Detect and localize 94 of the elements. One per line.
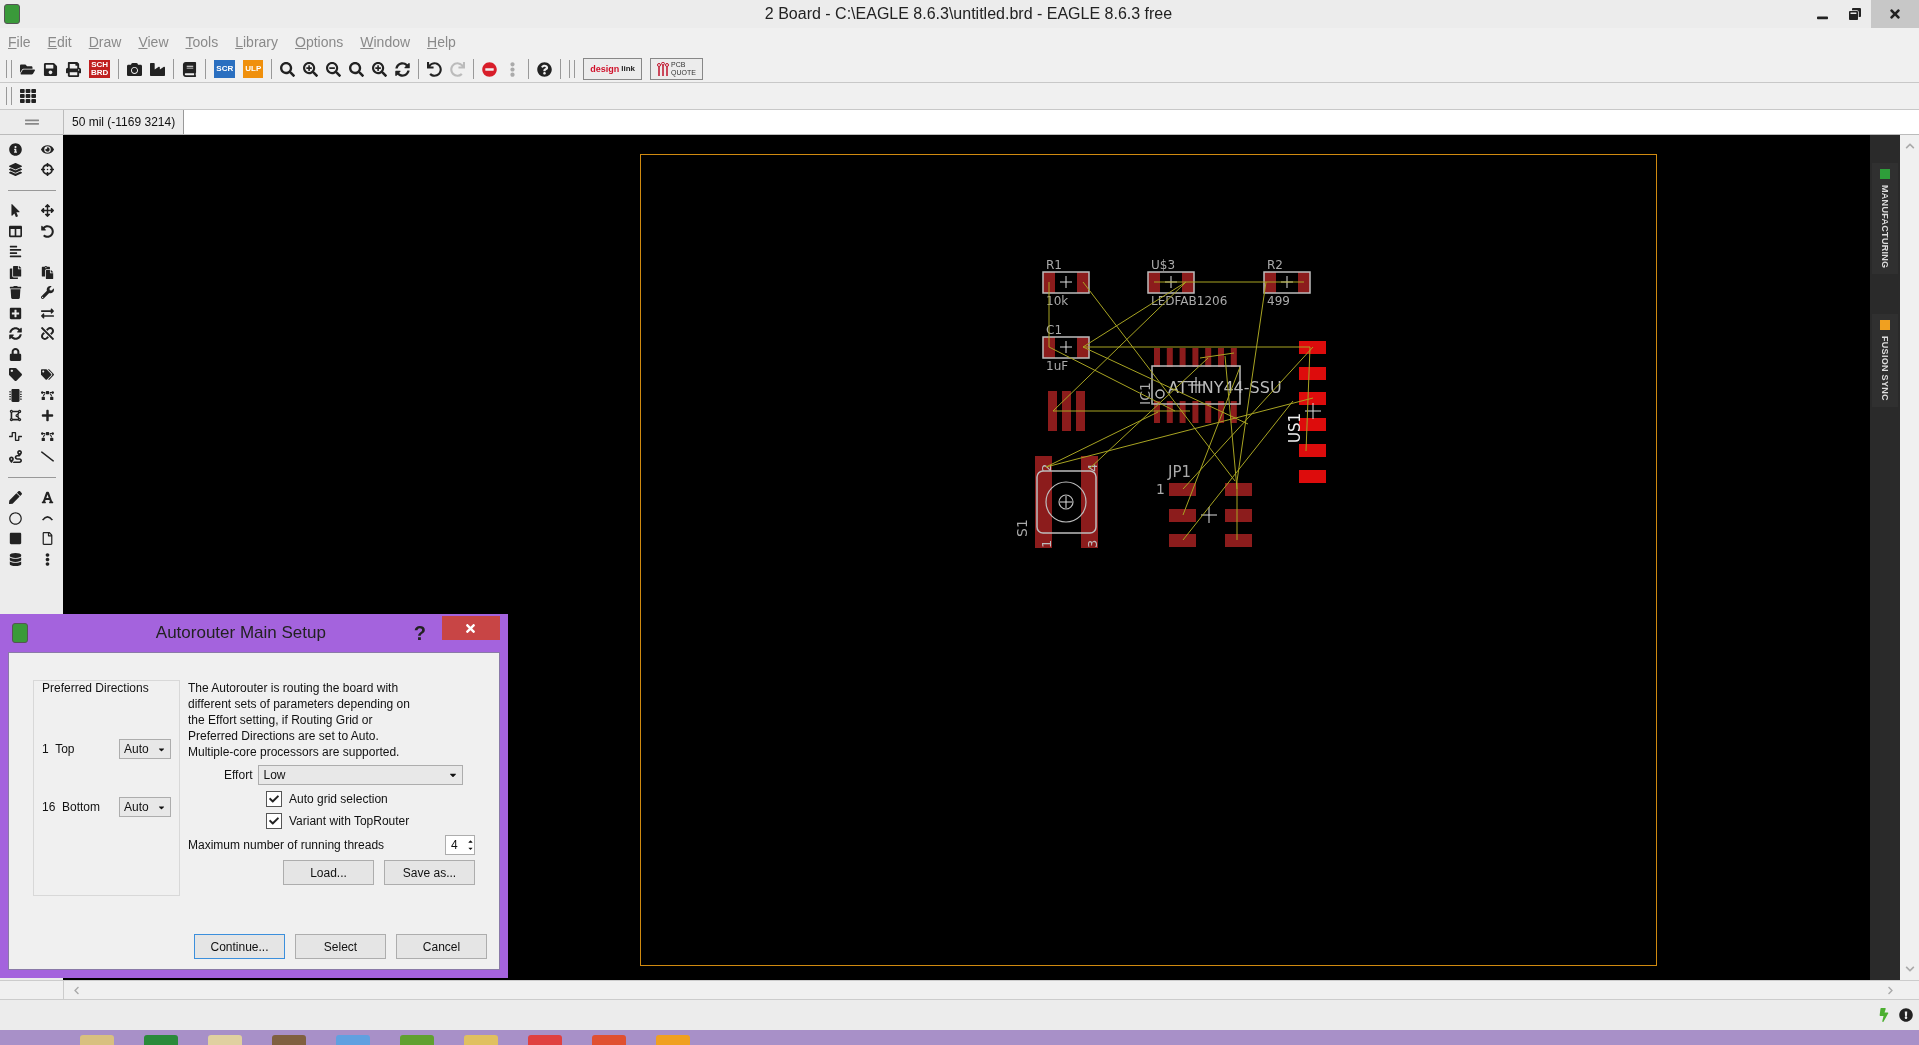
meander-icon[interactable] (9, 429, 23, 443)
replace-icon[interactable] (40, 306, 54, 320)
part-value: 499 (1267, 294, 1290, 308)
stop-icon[interactable] (482, 61, 498, 77)
group-title: Preferred Directions (42, 681, 150, 695)
design-link-button[interactable]: design link (583, 58, 643, 80)
layer-label: 1 Top (42, 742, 75, 756)
lightning-icon (1877, 1008, 1891, 1022)
zoom-fit-icon[interactable] (280, 61, 296, 77)
dialog-button[interactable]: Continue... (194, 934, 285, 959)
window-title: 2 Board - C:\EAGLE 8.6.3\untitled.brd - EAGLE 8.6.3 free (763, 5, 1173, 23)
zoom-in-icon[interactable] (303, 61, 319, 77)
delete-icon[interactable] (9, 286, 23, 300)
add-icon[interactable] (9, 306, 23, 320)
close-button[interactable] (442, 616, 500, 640)
app-logo-icon (12, 623, 28, 643)
side-tab[interactable]: MANUFACTURING (1872, 163, 1898, 275)
resistor-footprint (1042, 271, 1090, 294)
part-name: R1 (1046, 258, 1062, 272)
pad-strip-footprint (1048, 391, 1085, 431)
spin-down-icon[interactable] (467, 845, 474, 852)
description-text: The Autorouter is routing the board with different sets of parameters depending on the Effort setting, if Routing Grid or Preferred Directions are set to Auto. Multiple-core processors are supported. (188, 680, 411, 760)
resistor-footprint (1147, 271, 1195, 294)
paste-icon[interactable] (40, 265, 54, 279)
move-icon[interactable] (40, 204, 54, 218)
script-icon[interactable]: SCR (214, 60, 236, 78)
effort-dropdown[interactable]: Low (258, 765, 464, 785)
threads-label: Maximum number of running threads (188, 838, 385, 852)
info-icon[interactable] (9, 142, 23, 156)
close-icon (464, 621, 478, 635)
pin-number: 2 (1039, 463, 1054, 472)
checkbox-label: Variant with TopRouter (289, 814, 410, 828)
checkbox[interactable] (266, 813, 282, 829)
side-tab[interactable]: FUSION SYNC (1872, 314, 1898, 408)
rotate-icon[interactable] (40, 224, 54, 238)
spin-up-icon[interactable] (467, 838, 474, 845)
close-icon (1888, 7, 1902, 21)
align-icon[interactable] (9, 245, 23, 259)
pin-number: 1 (1039, 539, 1054, 548)
dialog-button[interactable]: Cancel (396, 934, 487, 959)
circuit-icon (657, 62, 670, 76)
switch-editor-icon[interactable]: SCH BRD (89, 60, 111, 78)
checkmark-icon (269, 816, 279, 826)
part-name: U$3 (1151, 258, 1176, 272)
print-icon[interactable] (66, 61, 81, 77)
pin-number: 4 (1085, 463, 1100, 472)
help-icon[interactable] (537, 61, 553, 77)
dialog-button[interactable]: Select (295, 934, 386, 959)
text-icon[interactable] (40, 491, 54, 505)
checkbox[interactable] (266, 791, 282, 807)
part-value: 1uF (1046, 359, 1069, 373)
eye-icon[interactable] (40, 142, 54, 156)
part-name: JP1 (1168, 463, 1191, 481)
layers-icon[interactable] (9, 163, 23, 177)
threads-spinbox[interactable]: 4 (445, 835, 475, 855)
zoom-select-icon[interactable] (349, 61, 365, 77)
app-logo-icon (4, 4, 20, 24)
part-name: US1 (1286, 412, 1304, 443)
close-button[interactable] (1871, 0, 1919, 28)
part-name: IC1 (1137, 382, 1153, 405)
save-icon[interactable] (43, 61, 58, 77)
wrench-icon[interactable] (40, 286, 54, 300)
direction-dropdown[interactable]: Auto (119, 797, 171, 817)
undo-icon[interactable] (427, 61, 443, 77)
layer-label: 16 Bottom (42, 800, 101, 814)
part-name: C1 (1046, 323, 1062, 337)
file-button[interactable]: Load... (283, 860, 374, 885)
restore-icon[interactable] (1849, 8, 1861, 20)
direction-dropdown[interactable]: Auto (119, 739, 171, 759)
grid-icon[interactable] (20, 88, 36, 104)
coordinate-display: 50 mil (-1169 3214) (64, 110, 185, 134)
checkmark-icon (269, 794, 279, 804)
help-button[interactable]: ? (413, 621, 426, 645)
resistor-footprint (1042, 336, 1090, 359)
part-name: R2 (1267, 258, 1283, 272)
zoom-out-icon[interactable] (326, 61, 342, 77)
file-button[interactable]: Save as... (384, 860, 475, 885)
redraw-icon[interactable] (395, 61, 411, 77)
part-value: 10k (1046, 294, 1069, 308)
resistor-footprint (1263, 271, 1311, 294)
crosshair-icon[interactable] (40, 163, 54, 177)
factory-icon[interactable] (150, 61, 166, 77)
dialog-title: Autorouter Main Setup (154, 623, 326, 643)
camera-icon[interactable] (127, 61, 143, 77)
library-icon[interactable] (182, 61, 198, 77)
checkbox-label: Auto grid selection (289, 792, 388, 806)
zoom-area-icon[interactable] (372, 61, 388, 77)
alert-icon[interactable] (1899, 1008, 1913, 1022)
pin-number: 1 (1156, 481, 1165, 497)
part-name: S1 (1014, 519, 1030, 537)
pin-number: 3 (1085, 539, 1100, 548)
copy-icon[interactable] (9, 265, 23, 279)
effort-label: Effort (224, 768, 253, 782)
lock-icon[interactable] (9, 347, 23, 361)
